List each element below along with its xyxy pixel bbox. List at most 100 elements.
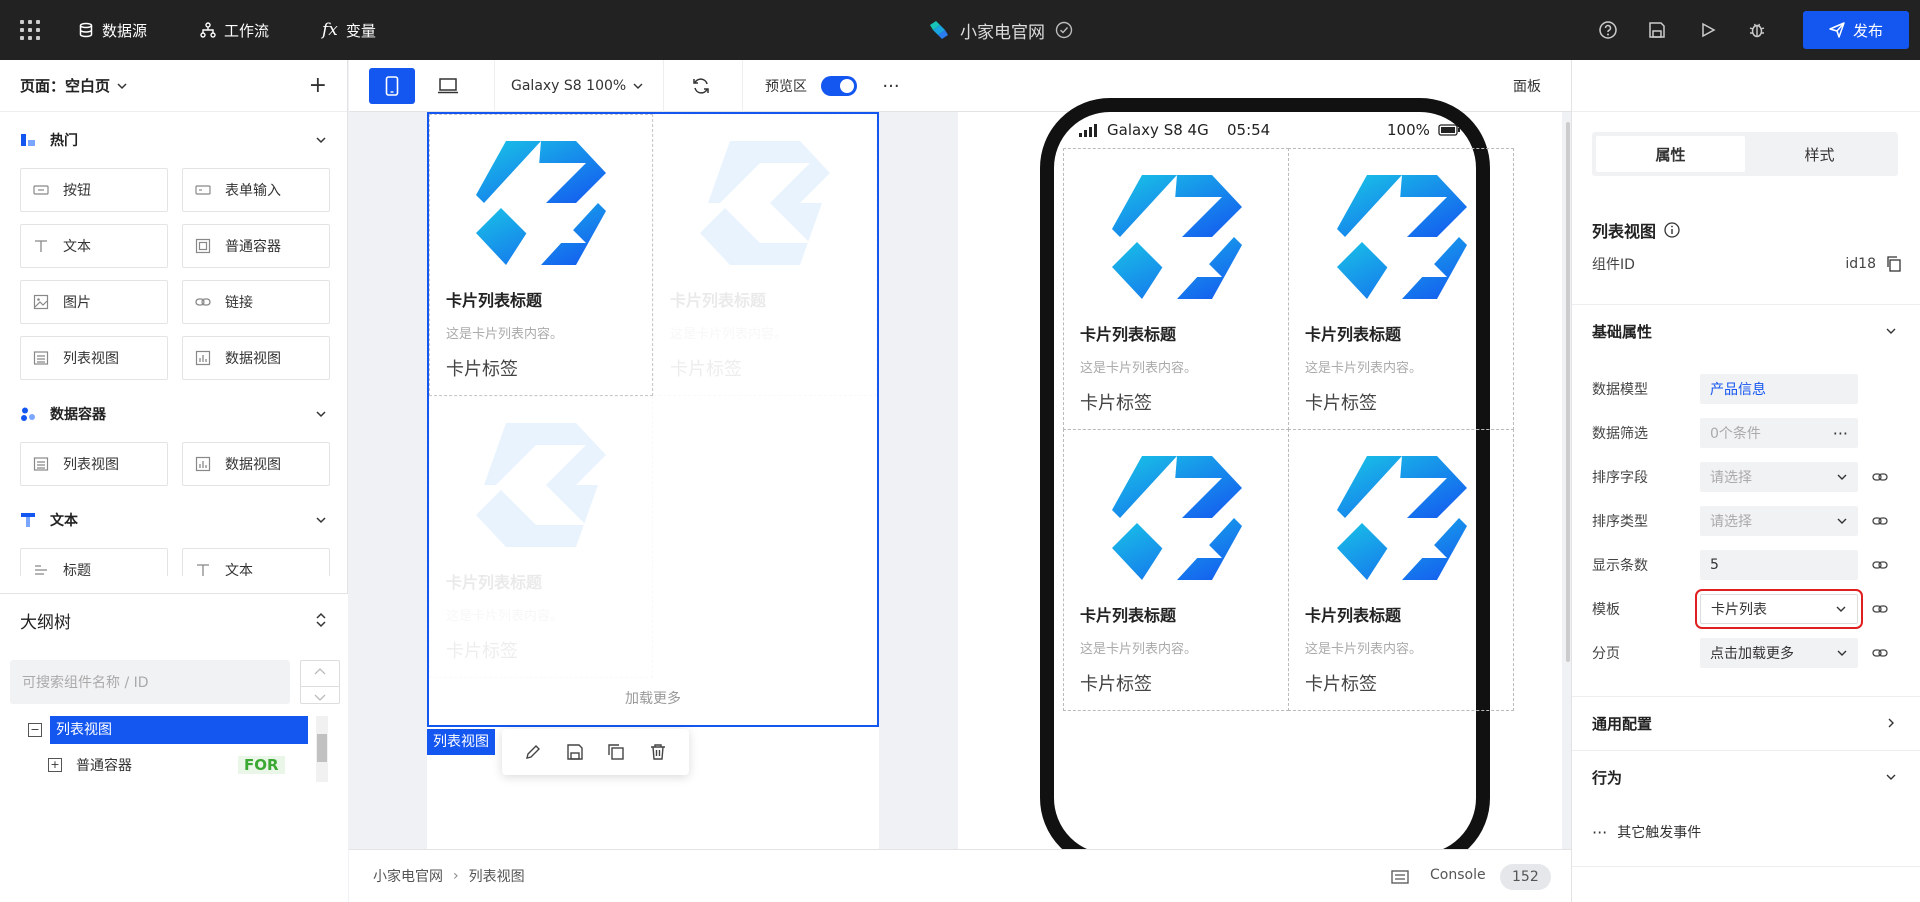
bind-link-icon[interactable] xyxy=(1872,645,1888,661)
component-image[interactable]: 图片 xyxy=(20,280,168,324)
debug-bug-icon[interactable] xyxy=(1746,19,1768,41)
tree-node-container[interactable]: + 普通容器 FOR xyxy=(48,751,285,779)
info-icon[interactable] xyxy=(1664,222,1680,238)
component-data-view[interactable]: 数据视图 xyxy=(182,336,330,380)
expand-collapse-icon[interactable] xyxy=(314,611,328,629)
load-more-text[interactable]: 加载更多 xyxy=(429,688,877,708)
outline-scrollbar[interactable] xyxy=(316,716,328,782)
device-selector[interactable]: Galaxy S8 100% xyxy=(511,68,651,104)
phone-card-item[interactable]: 卡片列表标题 这是卡片列表内容。 卡片标签 xyxy=(1063,148,1289,430)
card-item[interactable]: 卡片列表标题 这是卡片列表内容。 卡片标签 xyxy=(653,114,877,396)
collapse-icon[interactable]: − xyxy=(28,723,42,737)
breadcrumb-item[interactable]: 列表视图 xyxy=(469,866,525,886)
layout-icon[interactable] xyxy=(1391,870,1409,884)
component-data-view[interactable]: 数据视图 xyxy=(182,442,330,486)
prop-value: 5 xyxy=(1710,557,1719,573)
phone-card-item[interactable]: 卡片列表标题 这是卡片列表内容。 卡片标签 xyxy=(1288,429,1514,711)
signal-icon xyxy=(1079,124,1097,137)
pagination-select[interactable]: 点击加载更多 xyxy=(1700,638,1858,668)
card-logo-image xyxy=(700,141,830,265)
component-heading: 列表视图 xyxy=(1592,218,1680,242)
list-view-selected[interactable]: 卡片列表标题 这是卡片列表内容。 卡片标签 卡片列表标题 这是卡片列表内容。 卡… xyxy=(427,112,879,727)
bind-link-icon[interactable] xyxy=(1872,513,1888,529)
section-header-basic[interactable]: 基础属性 xyxy=(1572,305,1920,357)
phone-card-item[interactable]: 卡片列表标题 这是卡片列表内容。 卡片标签 xyxy=(1288,148,1514,430)
tab-properties[interactable]: 属性 xyxy=(1596,136,1745,172)
component-list-view[interactable]: 列表视图 xyxy=(20,336,168,380)
component-button[interactable]: 按钮 xyxy=(20,168,168,212)
card-item[interactable]: 卡片列表标题 这是卡片列表内容。 卡片标签 xyxy=(429,396,653,678)
prop-label: 排序类型 xyxy=(1592,514,1648,530)
outline-nav-stepper[interactable] xyxy=(300,660,340,704)
help-icon[interactable] xyxy=(1597,19,1619,41)
section-general-config: 通用配置 xyxy=(1572,696,1920,749)
display-count-input[interactable]: 5 xyxy=(1700,550,1858,580)
category-data-container[interactable]: 数据容器 xyxy=(0,386,347,442)
mobile-view-button[interactable] xyxy=(369,68,415,104)
section-header-behavior[interactable]: 行为 xyxy=(1572,751,1920,803)
chevron-down-icon xyxy=(1836,606,1846,612)
canvas-scrollbar[interactable] xyxy=(1566,122,1570,662)
save-icon[interactable] xyxy=(1646,19,1668,41)
refresh-icon xyxy=(693,78,709,94)
card-item[interactable]: 卡片列表标题 这是卡片列表内容。 卡片标签 xyxy=(429,114,653,396)
breadcrumb-item[interactable]: 小家电官网 xyxy=(373,866,443,886)
phone-status-bar: Galaxy S8 4G 05:54 100% xyxy=(1063,112,1469,148)
add-page-icon[interactable]: + xyxy=(309,73,327,98)
desktop-view-button[interactable] xyxy=(425,68,471,104)
component-id-row: 组件ID id18 xyxy=(1592,254,1902,274)
edit-pencil-icon[interactable] xyxy=(524,743,542,761)
delete-trash-icon[interactable] xyxy=(649,743,667,761)
outline-search-input[interactable]: 可搜索组件名称 / ID xyxy=(10,660,290,704)
nav-datasource[interactable]: 数据源 xyxy=(78,0,147,60)
category-text[interactable]: 文本 xyxy=(0,492,347,548)
more-icon[interactable]: ··· xyxy=(1833,424,1848,443)
copy-icon[interactable] xyxy=(607,743,625,761)
publish-button[interactable]: 发布 xyxy=(1803,11,1909,49)
category-hot[interactable]: 热门 xyxy=(0,112,347,168)
component-list-view[interactable]: 列表视图 xyxy=(20,442,168,486)
sort-field-select[interactable]: 请选择 xyxy=(1700,462,1858,492)
component-link[interactable]: 链接 xyxy=(182,280,330,324)
refresh-button[interactable] xyxy=(681,68,721,104)
tab-styles[interactable]: 样式 xyxy=(1745,136,1894,172)
bind-link-icon[interactable] xyxy=(1872,557,1888,573)
copy-icon[interactable] xyxy=(1886,256,1902,272)
nav-workflow[interactable]: 工作流 xyxy=(200,0,269,60)
preview-toggle[interactable] xyxy=(821,76,857,96)
save-icon[interactable] xyxy=(566,743,584,761)
component-text[interactable]: 文本 xyxy=(20,224,168,268)
tree-node-label: 普通容器 xyxy=(76,758,132,774)
sort-type-select[interactable]: 请选择 xyxy=(1700,506,1858,536)
page-selector[interactable]: 页面：空白页 xyxy=(20,75,128,96)
expand-icon[interactable]: + xyxy=(48,758,62,772)
card-title: 卡片列表标题 xyxy=(446,573,543,592)
section-header-general[interactable]: 通用配置 xyxy=(1572,697,1920,749)
more-options-icon[interactable]: ··· xyxy=(876,68,906,104)
console-button[interactable]: Console xyxy=(1430,867,1486,883)
card-title: 卡片列表标题 xyxy=(1305,325,1402,344)
prop-value: 请选择 xyxy=(1710,514,1752,530)
bind-link-icon[interactable] xyxy=(1872,469,1888,485)
tree-node-list-view[interactable]: − 列表视图 xyxy=(28,716,308,744)
component-form-input[interactable]: 表单输入 xyxy=(182,168,330,212)
prop-label: 数据筛选 xyxy=(1592,426,1648,442)
template-select[interactable]: 卡片列表 xyxy=(1695,589,1863,629)
text-category-icon xyxy=(21,513,35,527)
play-icon[interactable] xyxy=(1697,19,1719,41)
data-model-field[interactable]: 产品信息 xyxy=(1700,374,1858,404)
data-filter-field[interactable]: 0个条件 ··· xyxy=(1700,418,1858,448)
other-events-row[interactable]: ··· 其它触发事件 xyxy=(1592,822,1701,842)
component-text[interactable]: 文本 xyxy=(182,548,330,576)
component-label: 普通容器 xyxy=(225,239,281,255)
component-name: 列表视图 xyxy=(1592,222,1657,241)
panel-toggle-button[interactable]: 面板 xyxy=(1507,68,1547,104)
card-tag: 卡片标签 xyxy=(446,359,518,380)
apps-grid-icon[interactable] xyxy=(20,20,40,40)
bind-link-icon[interactable] xyxy=(1872,601,1888,617)
nav-variables[interactable]: fx 变量 xyxy=(322,0,376,60)
component-heading[interactable]: 标题 xyxy=(20,548,168,576)
component-container[interactable]: 普通容器 xyxy=(182,224,330,268)
card-description: 这是卡片列表内容。 xyxy=(670,327,788,342)
phone-card-item[interactable]: 卡片列表标题 这是卡片列表内容。 卡片标签 xyxy=(1063,429,1289,711)
